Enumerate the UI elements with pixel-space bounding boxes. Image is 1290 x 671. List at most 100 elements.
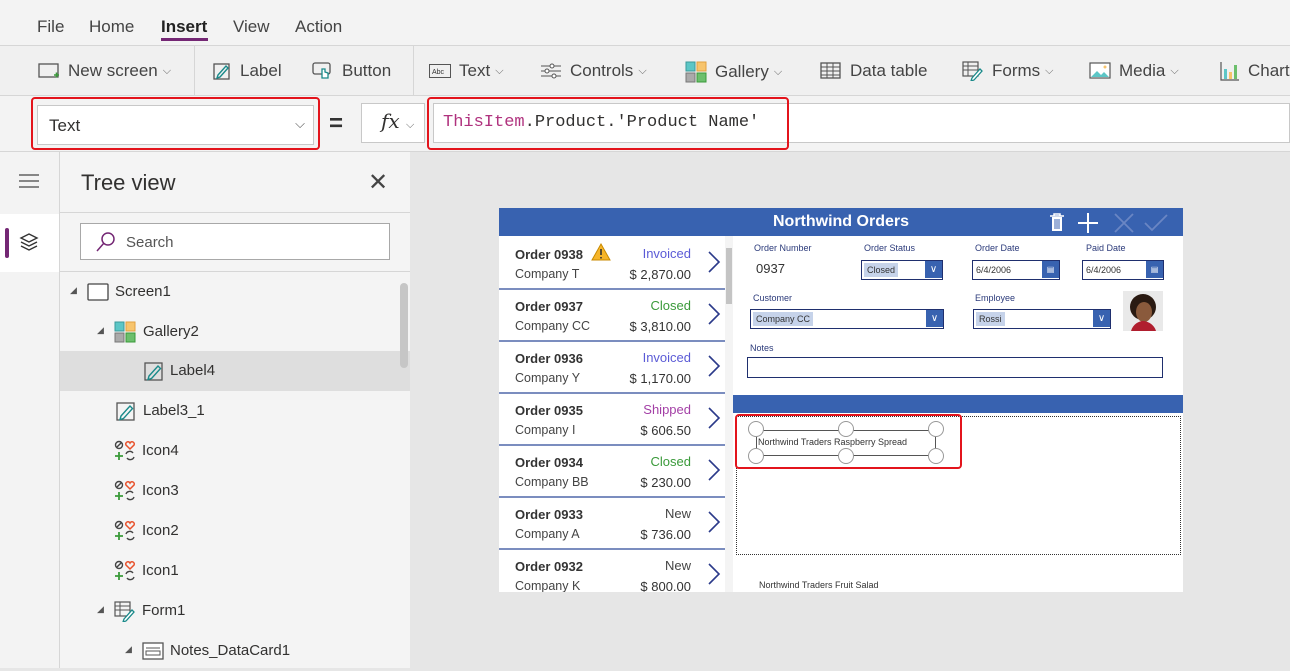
close-icon[interactable]: ✕ [368,168,388,197]
label-icon [213,63,230,80]
tree-item-screen1[interactable]: ◢ Screen1 [60,272,410,312]
left-rail [0,152,60,668]
label-icon [144,362,163,381]
text-button[interactable]: Abc Text ⌵ [429,61,504,81]
menu-insert[interactable]: Insert [161,17,207,37]
tree-item-notes-datacard1[interactable]: ◢ Notes_DataCard1 [60,631,410,671]
expand-caret-icon[interactable]: ◢ [125,644,132,655]
company-name: Company K [515,579,581,592]
order-status: Closed [650,298,691,313]
employee-dropdown[interactable]: Rossi ∨ [973,309,1111,329]
chevron-down-icon: ∨ [926,310,943,327]
fx-button[interactable]: fx ⌵ [361,103,425,143]
cancel-icon[interactable] [1114,213,1134,233]
label-button[interactable]: Label [212,61,282,81]
customer-dropdown[interactable]: Company CC ∨ [750,309,944,329]
chevron-right-icon[interactable] [707,458,721,482]
chevron-right-icon[interactable] [707,510,721,534]
gallery-row[interactable]: Order 0932 Company K New $ 800.00 [499,550,725,592]
order-number: Order 0932 [515,559,583,574]
charts-button[interactable]: Charts [1220,61,1290,81]
chevron-right-icon[interactable] [707,562,721,586]
controls-button[interactable]: Controls ⌵ [540,61,647,81]
expand-caret-icon[interactable]: ◢ [97,604,104,615]
paid-date-picker[interactable]: 6/4/2006 ▤ [1082,260,1164,280]
chevron-down-icon: ⌵ [495,64,504,77]
chevron-right-icon[interactable] [707,302,721,326]
order-status: Invoiced [642,246,691,261]
media-icon [1089,62,1111,79]
icons-icon [114,560,135,581]
ribbon-divider [194,46,195,96]
tree-item-icon4[interactable]: Icon4 [60,431,410,471]
tree-item-icon1[interactable]: Icon1 [60,551,410,591]
tree-view-panel: Tree view ✕ Search ◢ Screen1 ◢ Gallery2 … [60,152,410,668]
search-input[interactable]: Search [80,223,390,260]
chevron-right-icon[interactable] [707,250,721,274]
chevron-down-icon: ⌵ [773,65,783,78]
forms-button[interactable]: Forms ⌵ [962,61,1054,81]
order-date-label: Order Date [975,243,1020,253]
company-name: Company Y [515,371,581,385]
order-status-dropdown[interactable]: Closed ∨ [861,260,943,280]
gallery-row[interactable]: Order 0934 Company BB Closed $ 230.00 [499,446,725,498]
text-label: Text [459,61,491,80]
menu-home[interactable]: Home [89,17,134,37]
hamburger-menu-icon[interactable] [19,174,39,188]
tree-item-label: Label3_1 [143,402,205,419]
paid-date-label: Paid Date [1086,243,1126,253]
check-icon[interactable] [1144,214,1168,232]
gallery-button[interactable]: Gallery ⌵ [685,61,782,83]
tree-scrollbar[interactable] [400,283,408,368]
tree-item-label: Gallery2 [143,323,199,340]
button-button[interactable]: Button [312,61,391,81]
chevron-right-icon[interactable] [707,354,721,378]
new-screen-button[interactable]: New screen ⌵ [38,61,171,81]
warning-icon [591,243,611,261]
expand-caret-icon[interactable]: ◢ [97,325,104,336]
company-name: Company A [515,527,580,541]
tree-item-label4[interactable]: Label4 [60,351,410,391]
chevron-right-icon[interactable] [707,406,721,430]
media-button[interactable]: Media ⌵ [1089,61,1179,81]
data-table-label: Data table [850,61,928,80]
trash-icon[interactable] [1049,213,1065,232]
notes-input[interactable] [747,357,1163,378]
data-table-icon [820,62,841,79]
menu-action[interactable]: Action [295,17,342,37]
tree-item-label: Screen1 [115,283,171,300]
tree-item-label: Icon2 [142,522,179,539]
equals-sign: = [329,110,344,137]
order-amount: $ 736.00 [640,527,691,542]
plus-icon[interactable] [1077,212,1099,234]
order-amount: $ 2,870.00 [629,267,691,282]
menu-file[interactable]: File [37,17,64,37]
gallery-row[interactable]: Order 0933 Company A New $ 736.00 [499,498,725,550]
order-amount: $ 1,170.00 [629,371,691,386]
gallery-scrollbar-thumb[interactable] [726,248,732,304]
charts-icon [1220,62,1239,81]
tree-item-form1[interactable]: ◢ Form1 [60,591,410,631]
active-tab-indicator [161,38,208,41]
tree-item-icon2[interactable]: Icon2 [60,511,410,551]
label-icon [116,402,135,421]
order-status: Invoiced [642,350,691,365]
gallery-row[interactable]: Order 0935 Company I Shipped $ 606.50 [499,394,725,446]
layers-icon[interactable] [19,232,39,252]
icons-icon [114,480,135,501]
order-number-value: 0937 [756,261,785,276]
tree-item-gallery2[interactable]: ◢ Gallery2 [60,312,410,352]
expand-caret-icon[interactable]: ◢ [70,285,77,296]
order-amount: $ 3,810.00 [629,319,691,334]
data-table-button[interactable]: Data table [820,61,928,81]
gallery-row[interactable]: Order 0936 Company Y Invoiced $ 1,170.00 [499,342,725,394]
tree-item-icon3[interactable]: Icon3 [60,471,410,511]
gallery-row[interactable]: Order 0938 Company T Invoiced $ 2,870.00 [499,238,725,290]
tree-item-label: Icon3 [142,482,179,499]
order-date-picker[interactable]: 6/4/2006 ▤ [972,260,1060,280]
order-number: Order 0933 [515,507,583,522]
tree-item-label3-1[interactable]: Label3_1 [60,391,410,431]
gallery-row[interactable]: Order 0937 Company CC Closed $ 3,810.00 [499,290,725,342]
menu-view[interactable]: View [233,17,270,37]
insert-ribbon: New screen ⌵ Label Button Abc Text ⌵ Contr… [0,46,1290,96]
